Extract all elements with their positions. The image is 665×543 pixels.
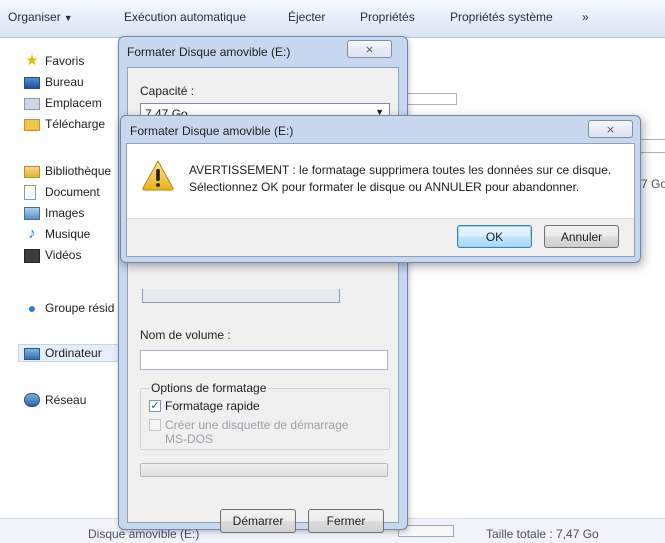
nav-documents-label: Document — [45, 185, 100, 199]
close-button[interactable]: Fermer — [308, 509, 384, 533]
nav-libraries[interactable]: Bibliothèque — [24, 162, 111, 180]
cancel-button[interactable]: Annuler — [544, 225, 619, 248]
start-button[interactable]: Démarrer — [220, 509, 296, 533]
navigation-pane: ★ Favoris Bureau Emplacem Télécharge Bib… — [0, 38, 122, 543]
nav-downloads-label: Télécharge — [45, 117, 106, 131]
nav-images[interactable]: Images — [24, 204, 84, 222]
nav-network-label: Réseau — [45, 393, 87, 407]
nav-computer[interactable]: Ordinateur — [18, 344, 122, 362]
capacity-label: Capacité : — [140, 84, 195, 98]
format-options-label: Options de formatage — [149, 381, 269, 395]
nav-music-label: Musique — [45, 227, 91, 241]
nav-libraries-label: Bibliothèque — [45, 164, 112, 178]
volume-name-input[interactable] — [140, 350, 388, 370]
nav-videos[interactable]: Vidéos — [24, 246, 81, 264]
nav-images-label: Images — [45, 206, 85, 220]
nav-documents[interactable]: Document — [24, 183, 100, 201]
dropdown-arrow-icon: ▼ — [63, 13, 73, 23]
quick-format-checkbox[interactable]: ✓ — [149, 400, 161, 412]
nav-music[interactable]: ♪ Musique — [24, 225, 90, 243]
status-total-size: Taille totale : 7,47 Go — [486, 527, 599, 541]
nav-homegroup[interactable]: ● Groupe résid — [24, 299, 115, 317]
warning-dialog-close-button[interactable]: ⨯ — [588, 120, 633, 138]
autoplay-button[interactable]: Exécution automatique — [124, 10, 246, 24]
ok-button[interactable]: OK — [457, 225, 532, 248]
boot-disk-checkbox — [149, 419, 161, 431]
format-dialog: Formater Disque amovible (E:) ⨯ Capacité… — [118, 36, 408, 533]
close-icon: ⨯ — [364, 43, 375, 56]
drive-size-fragment: 7 Go — [641, 177, 665, 191]
boot-disk-label-line2: MS-DOS — [165, 432, 213, 446]
command-bar: Organiser ▼ Exécution automatique Éjecter… — [0, 0, 665, 38]
libraries-icon — [24, 166, 40, 178]
format-dialog-title: Formater Disque amovible (E:) — [127, 45, 291, 59]
organize-menu-button[interactable]: Organiser ▼ — [8, 10, 73, 24]
warning-icon — [142, 159, 174, 191]
properties-button[interactable]: Propriétés — [360, 10, 415, 24]
nav-downloads[interactable]: Télécharge — [24, 115, 105, 133]
computer-icon — [24, 347, 40, 360]
video-icon — [24, 248, 40, 263]
drive-tile-fragment[interactable] — [640, 139, 665, 153]
star-icon: ★ — [25, 52, 39, 69]
nav-desktop[interactable]: Bureau — [24, 73, 84, 91]
nav-computer-label: Ordinateur — [45, 346, 102, 360]
warning-message-line2: Sélectionnez OK pour formater le disque … — [189, 180, 580, 194]
pictures-icon — [24, 207, 40, 220]
nav-desktop-label: Bureau — [45, 75, 84, 89]
nav-network[interactable]: Réseau — [24, 391, 86, 409]
music-note-icon: ♪ — [28, 225, 36, 242]
nav-homegroup-label: Groupe résid — [45, 301, 115, 315]
recent-places-icon — [24, 98, 40, 110]
downloads-folder-icon — [24, 119, 40, 131]
nav-favorites-label: Favoris — [45, 54, 85, 68]
nav-videos-label: Vidéos — [45, 248, 82, 262]
nav-places[interactable]: Emplacem — [24, 94, 102, 112]
more-commands-button[interactable]: » — [582, 10, 589, 24]
network-icon — [24, 393, 40, 407]
quick-format-label: Formatage rapide — [165, 399, 260, 413]
format-progress-bar — [140, 463, 388, 477]
format-options-group: Options de formatage ✓ Formatage rapide … — [140, 381, 390, 450]
close-icon: ⨯ — [605, 123, 616, 136]
checkmark-icon: ✓ — [150, 400, 160, 412]
homegroup-icon: ● — [27, 300, 37, 316]
format-warning-dialog: Formater Disque amovible (E:) ⨯ AVERTISS… — [120, 115, 641, 263]
organize-label: Organiser — [8, 10, 61, 24]
desktop-icon — [24, 77, 40, 89]
nav-places-label: Emplacem — [45, 96, 102, 110]
warning-dialog-title: Formater Disque amovible (E:) — [130, 124, 294, 138]
volume-name-label: Nom de volume : — [140, 328, 231, 342]
warning-message-line1: AVERTISSEMENT : le formatage supprimera … — [189, 163, 612, 177]
warning-dialog-body: AVERTISSEMENT : le formatage supprimera … — [126, 143, 635, 257]
drive-usage-bar — [407, 93, 457, 105]
eject-button[interactable]: Éjecter — [288, 10, 325, 24]
warning-dialog-footer: OK Annuler — [127, 218, 634, 256]
format-dialog-close-button[interactable]: ⨯ — [347, 40, 392, 58]
document-icon — [24, 184, 36, 200]
restore-defaults-button[interactable] — [142, 289, 340, 303]
nav-favorites[interactable]: ★ Favoris — [24, 52, 84, 70]
system-properties-button[interactable]: Propriétés système — [450, 10, 553, 24]
boot-disk-label-line1: Créer une disquette de démarrage — [165, 418, 349, 432]
